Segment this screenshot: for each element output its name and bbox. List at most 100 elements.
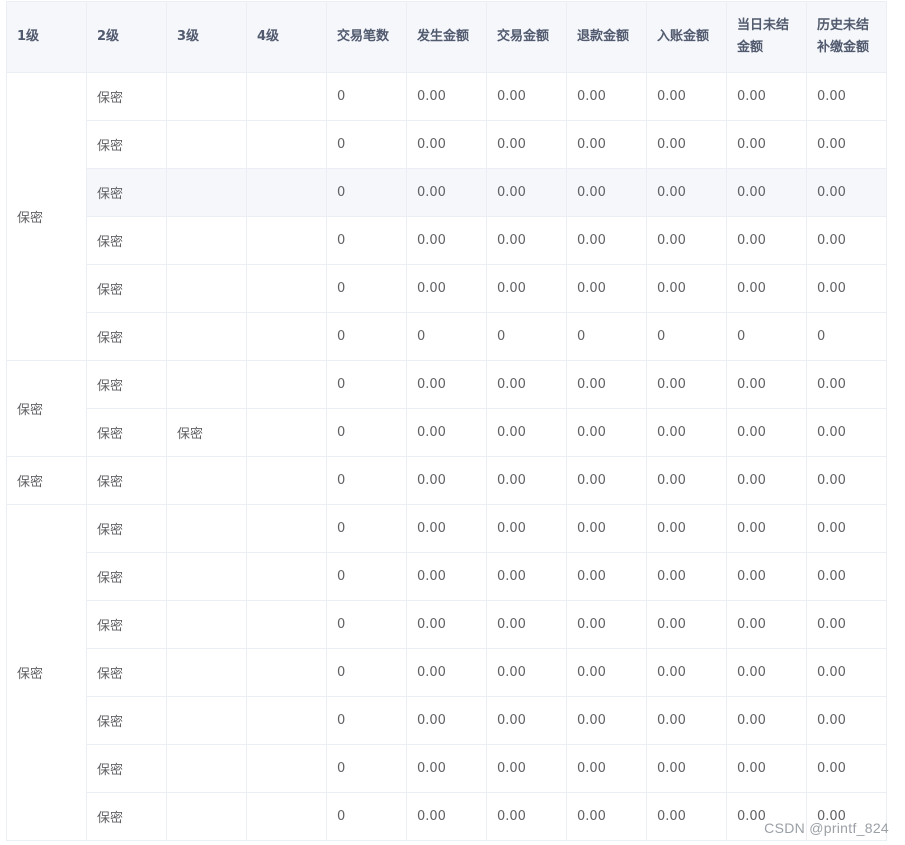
cell-credited-amount: 0.00 <box>646 696 727 745</box>
cell-amount-incurred: 0.00 <box>406 168 487 217</box>
cell-amount-incurred: 0.00 <box>406 120 487 169</box>
table-row[interactable]: 保密 保密 0 0.00 0.00 0.00 0.00 0.00 0.00 <box>6 456 887 505</box>
header-level3[interactable]: 3级 <box>166 1 247 73</box>
table-row[interactable]: 保密 0 0.00 0.00 0.00 0.00 0.00 0.00 <box>7 168 887 217</box>
header-row: 1级 2级 3级 4级 交易笔数 发生金额 交易金额 退款金额 入账金额 当日未… <box>6 1 887 73</box>
cell-unsettled-today: 0.00 <box>726 408 807 457</box>
cell-amount-incurred: 0.00 <box>406 792 487 841</box>
table-body: 保密 保密 0 0.00 0.00 0.00 0.00 0.00 0.00 保密 0 0.00 0.00… <box>6 72 887 841</box>
cell-unsettled-today: 0.00 <box>726 216 807 265</box>
table-row[interactable]: 保密 0 0.00 0.00 0.00 0.00 0.00 0.00 <box>7 216 887 265</box>
header-refund-amount[interactable]: 退款金额 <box>566 1 647 73</box>
cell-refund-amount: 0 <box>566 312 647 361</box>
table-row[interactable]: 保密 0 0.00 0.00 0.00 0.00 0.00 0.00 <box>7 552 887 601</box>
cell-level4 <box>246 600 327 649</box>
cell-trade-count: 0 <box>326 552 407 601</box>
cell-trade-count: 0 <box>326 504 407 553</box>
cell-level1: 保密 <box>6 504 87 841</box>
cell-amount-incurred: 0.00 <box>406 72 487 121</box>
header-unsettled-today[interactable]: 当日未结金额 <box>726 1 807 73</box>
cell-amount-incurred: 0.00 <box>406 552 487 601</box>
table-row[interactable]: 保密 0 0.00 0.00 0.00 0.00 0.00 0.00 <box>7 120 887 169</box>
cell-amount-incurred: 0.00 <box>406 744 487 793</box>
table-row[interactable]: 保密 0 0.00 0.00 0.00 0.00 0.00 0.00 <box>7 264 887 313</box>
cell-credited-amount: 0.00 <box>646 408 727 457</box>
header-level1[interactable]: 1级 <box>6 1 87 73</box>
cell-level4 <box>246 504 327 553</box>
cell-trade-count: 0 <box>326 600 407 649</box>
cell-level2: 保密 <box>86 72 167 121</box>
cell-level2: 保密 <box>86 120 167 169</box>
cell-unsettled-today: 0.00 <box>726 600 807 649</box>
cell-refund-amount: 0.00 <box>566 120 647 169</box>
table-row[interactable]: 保密 0 0.00 0.00 0.00 0.00 0.00 0.00 <box>7 696 887 745</box>
cell-trade-amount: 0.00 <box>486 648 567 697</box>
cell-credited-amount: 0.00 <box>646 216 727 265</box>
cell-unsettled-history: 0.00 <box>806 216 887 265</box>
cell-trade-count: 0 <box>326 744 407 793</box>
cell-trade-amount: 0.00 <box>486 216 567 265</box>
cell-amount-incurred: 0.00 <box>406 216 487 265</box>
cell-level4 <box>246 696 327 745</box>
cell-level3 <box>166 648 247 697</box>
cell-level2: 保密 <box>86 456 167 505</box>
cell-trade-count: 0 <box>326 264 407 313</box>
cell-refund-amount: 0.00 <box>566 504 647 553</box>
cell-level3 <box>166 504 247 553</box>
cell-refund-amount: 0.00 <box>566 600 647 649</box>
cell-level4 <box>246 168 327 217</box>
table-row[interactable]: 保密 0 0.00 0.00 0.00 0.00 0.00 0.00 <box>7 744 887 793</box>
cell-credited-amount: 0.00 <box>646 264 727 313</box>
cell-credited-amount: 0.00 <box>646 120 727 169</box>
cell-unsettled-today: 0.00 <box>726 696 807 745</box>
table-row[interactable]: 保密 0 0.00 0.00 0.00 0.00 0.00 0.00 <box>7 792 887 841</box>
cell-unsettled-today: 0.00 <box>726 264 807 313</box>
cell-level4 <box>246 360 327 409</box>
header-amount-incurred[interactable]: 发生金额 <box>406 1 487 73</box>
table-row[interactable]: 保密 保密 0 0.00 0.00 0.00 0.00 0.00 0.00 <box>7 408 887 457</box>
cell-unsettled-history: 0.00 <box>806 456 887 505</box>
header-level4[interactable]: 4级 <box>246 1 327 73</box>
cell-unsettled-history: 0.00 <box>806 504 887 553</box>
cell-level4 <box>246 552 327 601</box>
cell-credited-amount: 0.00 <box>646 648 727 697</box>
cell-level4 <box>246 648 327 697</box>
cell-level1: 保密 <box>6 360 87 457</box>
header-trade-amount[interactable]: 交易金额 <box>486 1 567 73</box>
cell-refund-amount: 0.00 <box>566 168 647 217</box>
cell-level4 <box>246 264 327 313</box>
table-row[interactable]: 保密 0 0.00 0.00 0.00 0.00 0.00 0.00 <box>7 600 887 649</box>
table-row[interactable]: 保密 0 0.00 0.00 0.00 0.00 0.00 0.00 <box>7 648 887 697</box>
cell-level3 <box>166 264 247 313</box>
table-row[interactable]: 保密 保密 0 0.00 0.00 0.00 0.00 0.00 0.00 <box>6 360 887 457</box>
cell-unsettled-today: 0.00 <box>726 120 807 169</box>
cell-trade-amount: 0.00 <box>486 552 567 601</box>
cell-trade-amount: 0.00 <box>486 456 567 505</box>
cell-level3 <box>166 168 247 217</box>
cell-unsettled-history: 0.00 <box>806 600 887 649</box>
cell-level3 <box>166 72 247 121</box>
cell-refund-amount: 0.00 <box>566 264 647 313</box>
cell-trade-count: 0 <box>326 216 407 265</box>
header-level2[interactable]: 2级 <box>86 1 167 73</box>
header-credited-amount[interactable]: 入账金额 <box>646 1 727 73</box>
cell-unsettled-today: 0 <box>726 312 807 361</box>
table-row[interactable]: 保密 保密 0 0.00 0.00 0.00 0.00 0.00 0.00 <box>6 72 887 361</box>
cell-level3 <box>166 600 247 649</box>
cell-unsettled-history: 0.00 <box>806 648 887 697</box>
cell-refund-amount: 0.00 <box>566 456 647 505</box>
cell-level2: 保密 <box>86 264 167 313</box>
table-row[interactable]: 保密 0 0 0 0 0 0 0 <box>7 312 887 361</box>
cell-amount-incurred: 0.00 <box>406 648 487 697</box>
cell-level4 <box>246 744 327 793</box>
cell-trade-amount: 0.00 <box>486 72 567 121</box>
cell-level2: 保密 <box>86 744 167 793</box>
table-row[interactable]: 保密 保密 0 0.00 0.00 0.00 0.00 0.00 0.00 <box>6 504 887 841</box>
header-unsettled-history[interactable]: 历史未结补缴金额 <box>806 1 887 73</box>
cell-level4 <box>246 792 327 841</box>
cell-level4 <box>246 120 327 169</box>
cell-level2: 保密 <box>86 552 167 601</box>
cell-trade-count: 0 <box>326 312 407 361</box>
cell-trade-amount: 0.00 <box>486 120 567 169</box>
header-trade-count[interactable]: 交易笔数 <box>326 1 407 73</box>
